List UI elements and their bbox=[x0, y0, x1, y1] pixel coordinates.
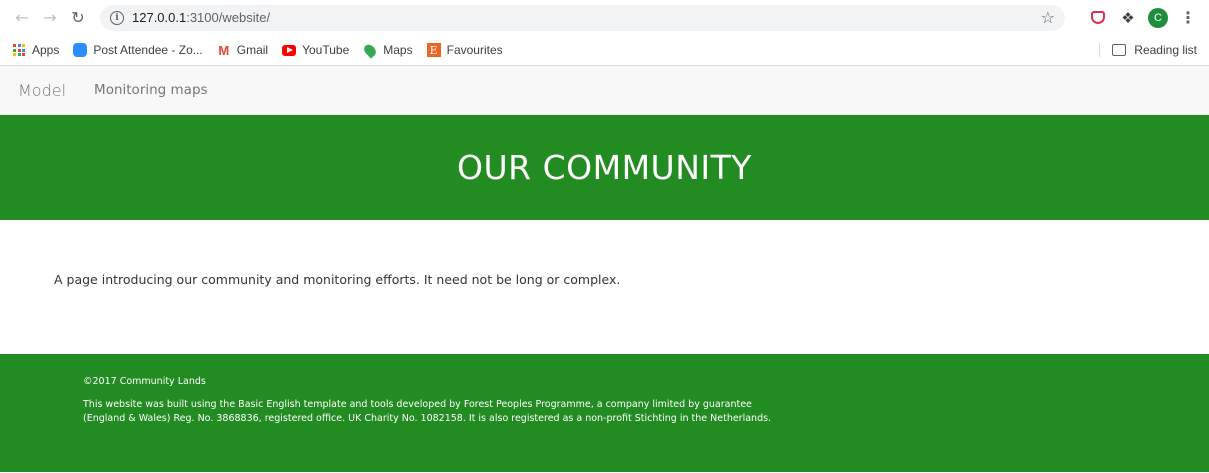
browser-menu-icon[interactable]: ⋮ bbox=[1177, 7, 1199, 29]
intro-text: A page introducing our community and mon… bbox=[54, 272, 621, 287]
pocket-extension-icon[interactable] bbox=[1087, 7, 1109, 29]
url-text[interactable]: 127.0.0.1:3100/website/ bbox=[132, 10, 270, 25]
bookmark-star-icon[interactable]: ☆ bbox=[1041, 8, 1055, 27]
hero-banner: OUR COMMUNITY bbox=[0, 115, 1209, 220]
bookmark-maps[interactable]: Maps bbox=[362, 41, 413, 59]
bookmark-apps[interactable]: Apps bbox=[12, 43, 59, 57]
bookmark-youtube[interactable]: YouTube bbox=[282, 43, 349, 57]
forward-arrow-icon[interactable]: → bbox=[38, 6, 62, 30]
zoom-icon bbox=[73, 43, 88, 57]
browser-toolbar: ← → ↻ i 127.0.0.1:3100/website/ ☆ ❖ C ⋮ bbox=[0, 0, 1209, 35]
bookmark-label: Post Attendee - Zo... bbox=[93, 43, 203, 57]
site-footer: ©2017 Community Lands This website was b… bbox=[0, 354, 1209, 472]
reading-list-label: Reading list bbox=[1134, 43, 1197, 57]
apps-grid-icon bbox=[12, 43, 26, 57]
reading-list-button[interactable]: Reading list bbox=[1099, 43, 1197, 57]
bookmark-label: YouTube bbox=[302, 43, 350, 57]
url-path: :3100/website/ bbox=[186, 10, 271, 25]
bookmark-favourites[interactable]: E Favourites bbox=[426, 43, 503, 57]
navbar-brand[interactable]: Model bbox=[18, 81, 66, 100]
footer-about: This website was built using the Basic E… bbox=[83, 399, 772, 424]
site-navbar: Model Monitoring maps bbox=[0, 66, 1209, 115]
bookmark-gmail[interactable]: M Gmail bbox=[217, 42, 269, 58]
bookmark-zoom[interactable]: Post Attendee - Zo... bbox=[73, 43, 203, 57]
site-info-icon[interactable]: i bbox=[110, 10, 124, 25]
bookmark-label: Favourites bbox=[446, 43, 503, 57]
reload-icon[interactable]: ↻ bbox=[66, 6, 90, 30]
address-bar[interactable]: i 127.0.0.1:3100/website/ ☆ bbox=[100, 4, 1065, 31]
profile-avatar[interactable]: C bbox=[1147, 7, 1169, 29]
main-content: A page introducing our community and mon… bbox=[0, 220, 1209, 354]
url-host: 127.0.0.1 bbox=[132, 10, 187, 25]
bookmark-label: Apps bbox=[32, 43, 60, 57]
gmail-icon: M bbox=[218, 42, 230, 58]
extensions-puzzle-icon[interactable]: ❖ bbox=[1117, 7, 1139, 29]
favourites-icon: E bbox=[426, 43, 441, 57]
reading-list-icon bbox=[1112, 44, 1127, 56]
bookmark-label: Gmail bbox=[236, 43, 269, 57]
nav-link-monitoring-maps[interactable]: Monitoring maps bbox=[94, 82, 208, 98]
page-title: OUR COMMUNITY bbox=[457, 148, 752, 187]
back-arrow-icon[interactable]: ← bbox=[10, 6, 34, 30]
bookmarks-bar: Apps Post Attendee - Zo... M Gmail YouTu… bbox=[0, 35, 1209, 66]
bookmark-label: Maps bbox=[383, 43, 413, 57]
footer-copyright: ©2017 Community Lands bbox=[83, 376, 206, 387]
youtube-icon bbox=[282, 43, 297, 57]
maps-icon bbox=[362, 41, 379, 59]
